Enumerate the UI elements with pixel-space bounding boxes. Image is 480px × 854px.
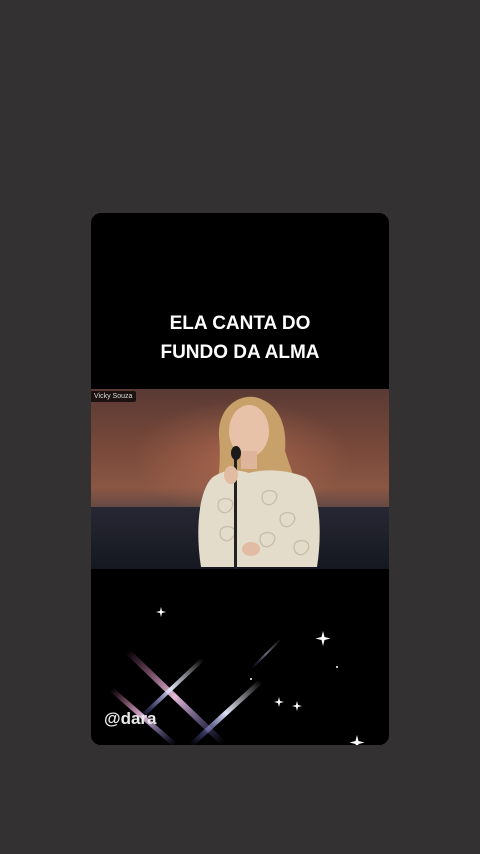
headline-line-2: FUNDO DA ALMA bbox=[160, 342, 320, 363]
sparkle-area: @dara bbox=[91, 569, 389, 745]
headline-line-1: ELA CANTA DO bbox=[169, 313, 311, 334]
video-name-tag: Vicky Souza bbox=[91, 391, 137, 402]
story-card[interactable]: ELA CANTA DO FUNDO DA ALMA Vicky Souza @… bbox=[91, 213, 389, 745]
singer-figure bbox=[198, 396, 320, 569]
story-headline: ELA CANTA DO FUNDO DA ALMA bbox=[91, 309, 389, 367]
creator-handle[interactable]: @dara bbox=[104, 709, 157, 729]
video-frame[interactable]: Vicky Souza bbox=[91, 389, 389, 569]
